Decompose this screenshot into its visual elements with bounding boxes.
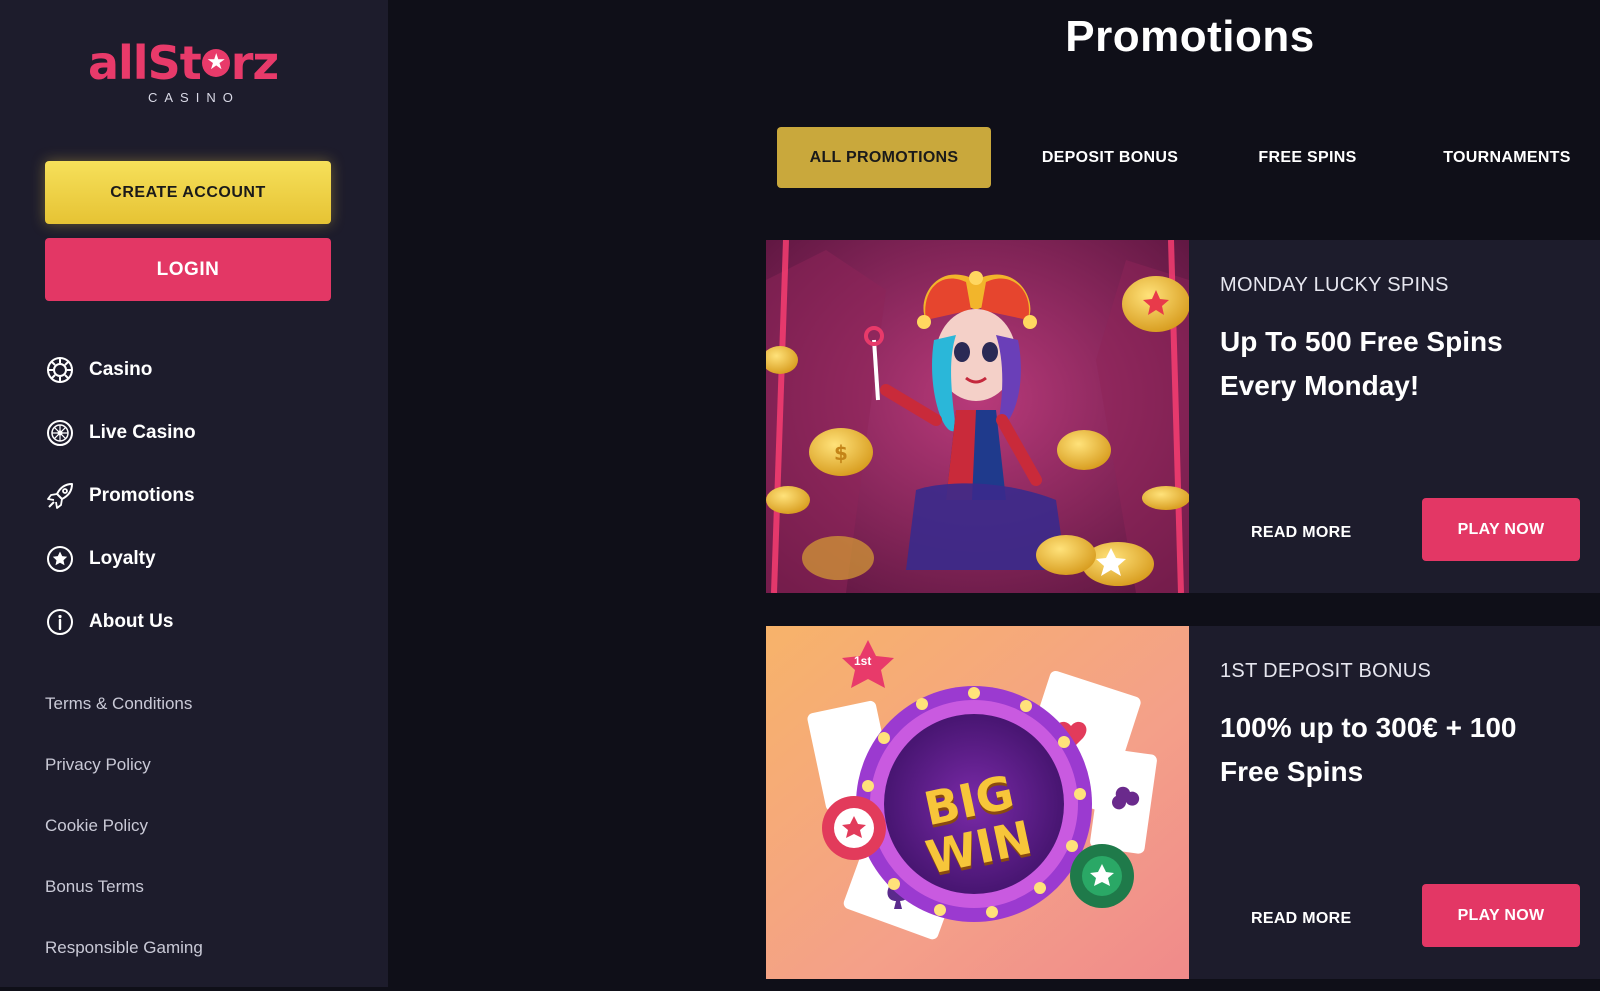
promo-image-jester: $ (766, 240, 1189, 593)
footer-links: Terms & Conditions Privacy Policy Cookie… (45, 686, 203, 991)
rocket-icon (47, 482, 73, 509)
sidebar-item-label: About Us (89, 610, 174, 632)
sidebar: allSt ★ rz CASINO CREATE ACCOUNT LOGIN Cas… (0, 0, 388, 987)
page-title: Promotions (1065, 12, 1315, 61)
login-button[interactable]: LOGIN (45, 238, 331, 301)
promo-card: $ MONDAY LUCKY SPINS Up To 500 Free Spin… (766, 240, 1600, 593)
brand-logo[interactable]: allSt ★ rz CASINO (88, 40, 288, 112)
play-now-button[interactable]: PLAY NOW (1422, 884, 1580, 947)
promo-subtitle: MONDAY LUCKY SPINS (1220, 274, 1449, 296)
promo-title: Up To 500 Free Spins Every Monday! (1220, 326, 1503, 401)
promo-subtitle: 1ST DEPOSIT BONUS (1220, 660, 1432, 682)
tab-free-spins[interactable]: FREE SPINS (1240, 127, 1375, 188)
sidebar-nav: Casino Live Casino Promotions Loyalty Ab… (45, 338, 196, 653)
sidebar-item-label: Live Casino (89, 421, 196, 443)
sidebar-item-loyalty[interactable]: Loyalty (45, 527, 196, 590)
sidebar-item-live-casino[interactable]: Live Casino (45, 401, 196, 464)
logo-subtext: CASINO (148, 90, 240, 105)
promo-card: 1st BIG WIN 1ST DEPOSIT BONUS 100% up to… (766, 626, 1600, 979)
sidebar-item-promotions[interactable]: Promotions (45, 464, 196, 527)
info-icon (47, 608, 73, 635)
create-account-button[interactable]: CREATE ACCOUNT (45, 161, 331, 224)
first-deposit-badge: 1st (854, 654, 872, 668)
responsible-gaming-link[interactable]: Responsible Gaming (45, 930, 203, 991)
roulette-icon (47, 419, 73, 446)
tab-deposit-bonus[interactable]: DEPOSIT BONUS (1018, 127, 1202, 188)
casino-chip-icon (47, 356, 73, 383)
read-more-button[interactable]: READ MORE (1251, 910, 1351, 928)
sidebar-item-label: Loyalty (89, 547, 156, 569)
read-more-button[interactable]: READ MORE (1251, 524, 1351, 542)
sidebar-item-casino[interactable]: Casino (45, 338, 196, 401)
sidebar-item-about-us[interactable]: About Us (45, 590, 196, 653)
sidebar-item-label: Casino (89, 358, 153, 380)
logo-wordmark: allSt ★ rz (88, 36, 279, 90)
privacy-link[interactable]: Privacy Policy (45, 747, 203, 808)
logo-star-icon: ★ (201, 49, 230, 77)
bonus-terms-link[interactable]: Bonus Terms (45, 869, 203, 930)
cookie-link[interactable]: Cookie Policy (45, 808, 203, 869)
sidebar-item-label: Promotions (89, 484, 195, 506)
tab-tournaments[interactable]: TOURNAMENTS (1424, 127, 1590, 188)
promo-title: 100% up to 300€ + 100 Free Spins (1220, 712, 1517, 787)
star-circle-icon (47, 545, 73, 572)
tab-all-promotions[interactable]: ALL PROMOTIONS (777, 127, 991, 188)
svg-text:$: $ (834, 441, 848, 465)
terms-link[interactable]: Terms & Conditions (45, 686, 203, 747)
play-now-button[interactable]: PLAY NOW (1422, 498, 1580, 561)
